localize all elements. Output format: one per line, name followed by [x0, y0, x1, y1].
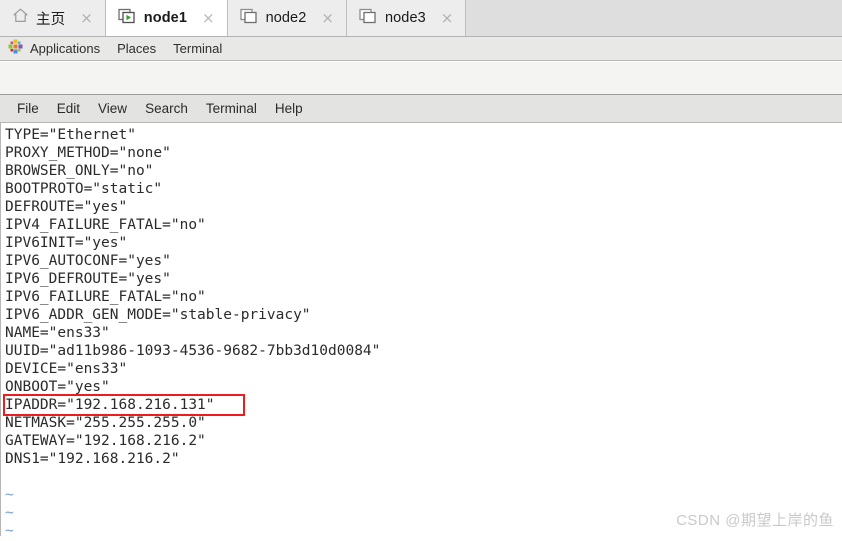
terminal-line: UUID="ad11b986-1093-4536-9682-7bb3d10d00… — [5, 343, 381, 359]
terminal-line: ~ — [5, 505, 14, 521]
close-icon[interactable]: × — [200, 10, 217, 26]
terminal-session-running-icon — [118, 7, 137, 29]
terminal-line: GATEWAY="192.168.216.2" — [5, 433, 206, 449]
terminal-line: IPV6_DEFROUTE="yes" — [5, 271, 171, 287]
home-icon — [12, 7, 29, 29]
gnome-menu-applications[interactable]: Applications — [24, 42, 111, 55]
watermark: CSDN @期望上岸的鱼 — [676, 512, 834, 529]
terminal-line: BROWSER_ONLY="no" — [5, 163, 154, 179]
terminal-text: TYPE="Ethernet" PROXY_METHOD="none" BROWSE… — [5, 126, 380, 536]
gnome-menu-terminal[interactable]: Terminal — [167, 42, 233, 55]
close-icon[interactable]: × — [78, 10, 95, 26]
terminal-session-icon — [239, 7, 259, 29]
tab-node3[interactable]: node3 × — [346, 0, 467, 36]
close-icon[interactable]: × — [439, 10, 456, 26]
terminal-line: IPV6_ADDR_GEN_MODE="stable-privacy" — [5, 307, 311, 323]
terminal-line: IPADDR="192.168.216.131" — [5, 397, 215, 413]
gnome-panel: Applications Places Terminal — [0, 37, 842, 61]
terminal-line: BOOTPROTO="static" — [5, 181, 163, 197]
terminal-line: ONBOOT="yes" — [5, 379, 110, 395]
terminal-line: PROXY_METHOD="none" — [5, 145, 171, 161]
terminal-menu-bar: File Edit View Search Terminal Help — [0, 95, 842, 123]
window-title-bar — [0, 61, 842, 95]
tab-label: node1 — [143, 10, 187, 26]
gnome-menu-places[interactable]: Places — [111, 42, 167, 55]
tab-label: node3 — [384, 10, 426, 26]
tab-label: node2 — [265, 10, 307, 26]
menu-view[interactable]: View — [89, 102, 136, 116]
terminal-line: DEVICE="ens33" — [5, 361, 128, 377]
tab-label: 主页 — [36, 11, 66, 28]
menu-search[interactable]: Search — [136, 102, 197, 116]
menu-edit[interactable]: Edit — [48, 102, 89, 116]
tab-node2[interactable]: node2 × — [227, 0, 347, 36]
terminal-line: IPV6INIT="yes" — [5, 235, 128, 251]
terminal-session-icon — [359, 7, 378, 29]
terminal-line: IPV4_FAILURE_FATAL="no" — [5, 217, 206, 233]
terminal-line: IPV6_FAILURE_FATAL="no" — [5, 289, 206, 305]
tab-node1[interactable]: node1 × — [105, 0, 228, 36]
terminal-line: TYPE="Ethernet" — [5, 127, 136, 143]
terminal-screen[interactable]: TYPE="Ethernet" PROXY_METHOD="none" BROWSE… — [0, 123, 842, 536]
terminal-line: ~ — [5, 523, 14, 536]
tab-home[interactable]: 主页 × — [0, 0, 106, 36]
menu-terminal[interactable]: Terminal — [197, 102, 266, 116]
applications-icon[interactable] — [8, 39, 23, 59]
terminal-line: ~ — [5, 487, 14, 503]
terminal-line: NETMASK="255.255.255.0" — [5, 415, 206, 431]
terminal-line: NAME="ens33" — [5, 325, 110, 341]
tab-bar: 主页 × node1 × node2 × node3 × — [0, 0, 842, 37]
menu-file[interactable]: File — [8, 102, 48, 116]
terminal-line: DNS1="192.168.216.2" — [5, 451, 180, 467]
terminal-line: DEFROUTE="yes" — [5, 199, 128, 215]
terminal-line: IPV6_AUTOCONF="yes" — [5, 253, 171, 269]
menu-help[interactable]: Help — [266, 102, 312, 116]
close-icon[interactable]: × — [319, 10, 336, 26]
